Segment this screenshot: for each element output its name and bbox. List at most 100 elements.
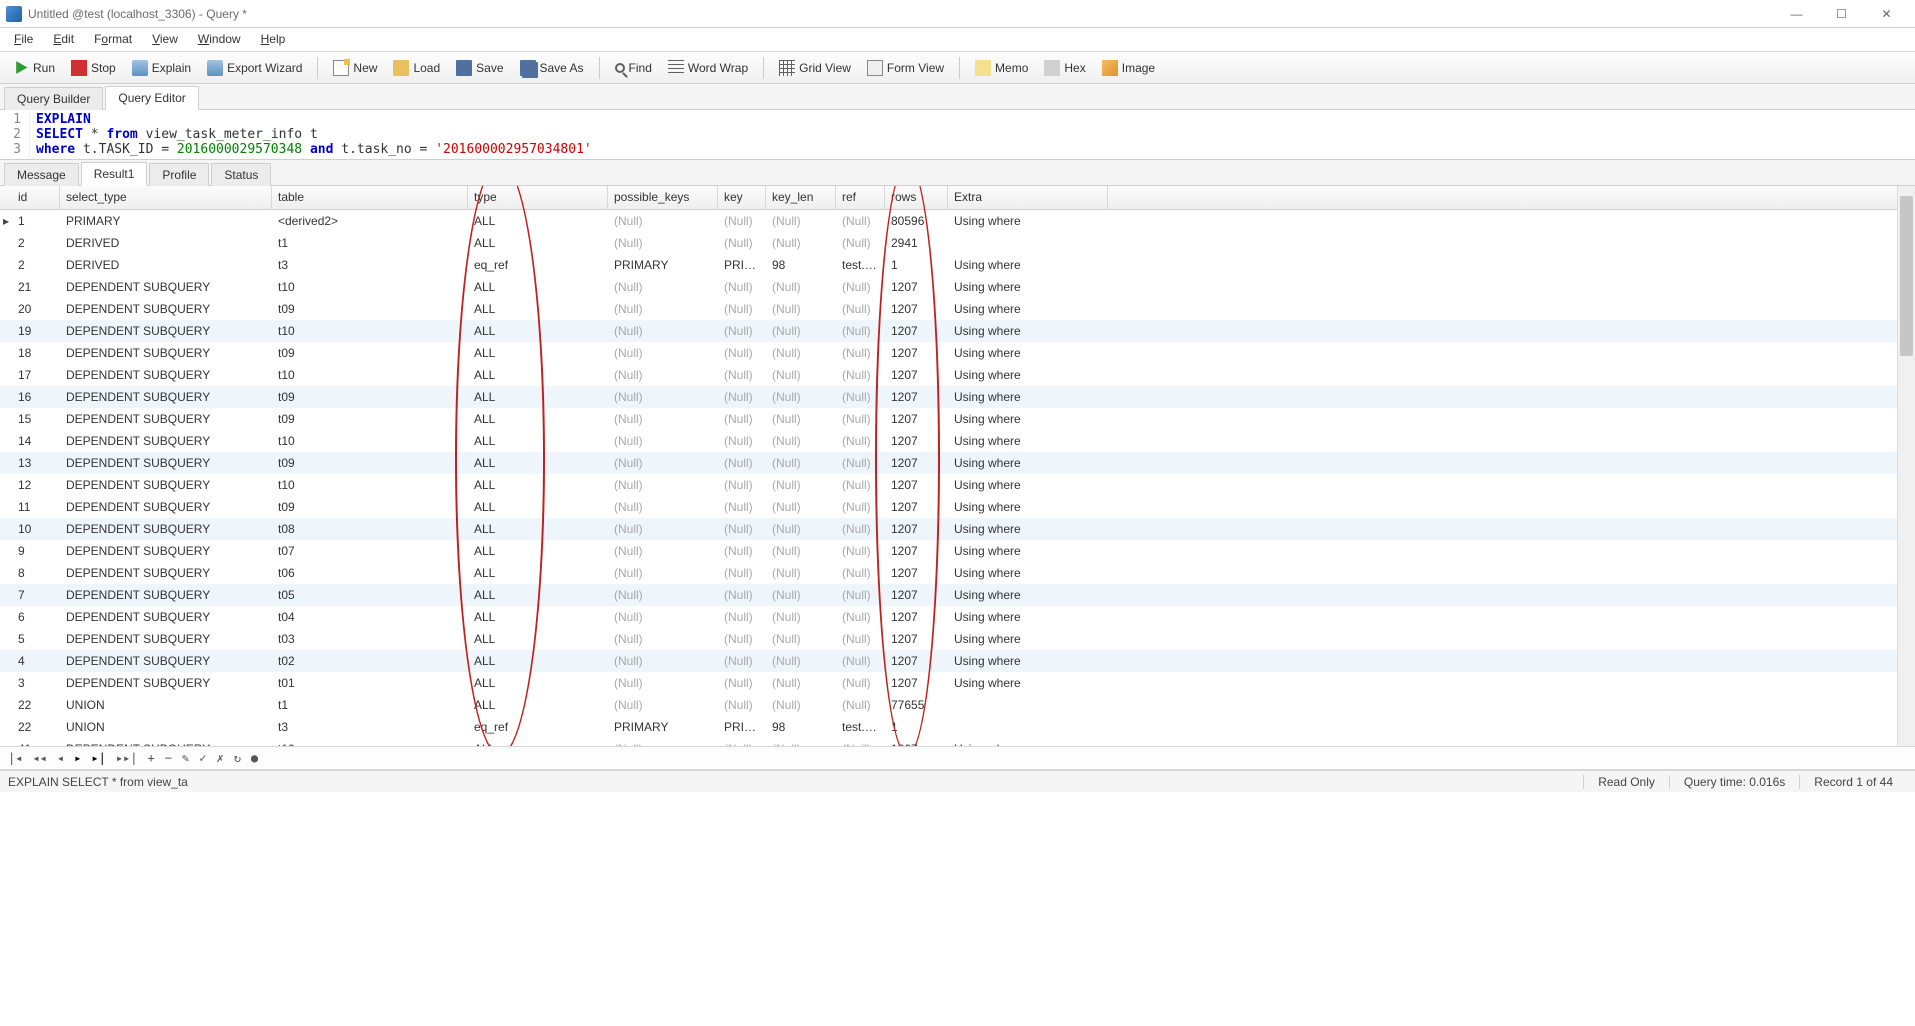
minimize-button[interactable]: — [1774,0,1819,28]
cell[interactable]: 21 [12,277,60,297]
col-header-extra[interactable]: Extra [948,186,1108,209]
cell[interactable]: 1207 [885,629,948,649]
cell[interactable]: (Null) [766,277,836,297]
cell[interactable]: t07 [272,541,468,561]
table-row[interactable]: 15DEPENDENT SUBQUERYt09ALL(Null)(Null)(N… [0,408,1897,430]
cell[interactable]: t01 [272,673,468,693]
cell[interactable]: t10 [272,321,468,341]
cell[interactable]: DEPENDENT SUBQUERY [60,387,272,407]
new-button[interactable]: New [326,56,384,80]
cell[interactable]: Using where [948,739,1108,746]
cell[interactable]: (Null) [718,365,766,385]
cell[interactable]: test.t1.E [836,255,885,275]
tab-status[interactable]: Status [211,163,271,186]
cell[interactable]: (Null) [718,431,766,451]
table-row[interactable]: 41DEPENDENT SUBQUERYt10ALL(Null)(Null)(N… [0,738,1897,746]
cell[interactable]: Using where [948,255,1108,275]
cell[interactable]: (Null) [608,607,718,627]
table-row[interactable]: 7DEPENDENT SUBQUERYt05ALL(Null)(Null)(Nu… [0,584,1897,606]
cell[interactable]: (Null) [836,387,885,407]
cell[interactable]: ALL [468,673,608,693]
cell[interactable]: (Null) [608,695,718,715]
cell[interactable]: (Null) [608,233,718,253]
nav-prev[interactable]: ◂ [57,751,64,765]
cell[interactable]: (Null) [718,321,766,341]
cell[interactable]: DEPENDENT SUBQUERY [60,365,272,385]
cell[interactable]: (Null) [718,387,766,407]
cell[interactable]: 1 [885,717,948,737]
cell[interactable]: (Null) [718,739,766,746]
cell[interactable]: 1207 [885,321,948,341]
cell[interactable]: t1 [272,695,468,715]
cell[interactable]: 1207 [885,673,948,693]
cell[interactable]: Using where [948,453,1108,473]
cell[interactable]: Using where [948,519,1108,539]
cell[interactable] [948,240,1108,246]
cell[interactable]: 1207 [885,365,948,385]
cell[interactable]: (Null) [608,585,718,605]
formview-button[interactable]: Form View [860,56,951,80]
col-header-ref[interactable]: ref [836,186,885,209]
cell[interactable]: (Null) [766,695,836,715]
cell[interactable]: (Null) [836,585,885,605]
cell[interactable]: 4 [12,651,60,671]
table-row[interactable]: 21DEPENDENT SUBQUERYt10ALL(Null)(Null)(N… [0,276,1897,298]
cell[interactable]: Using where [948,651,1108,671]
cell[interactable]: Using where [948,475,1108,495]
cell[interactable]: DEPENDENT SUBQUERY [60,409,272,429]
cell[interactable]: (Null) [718,409,766,429]
cell[interactable]: 2 [12,255,60,275]
cell[interactable]: DEPENDENT SUBQUERY [60,321,272,341]
export-wizard-button[interactable]: Export Wizard [200,56,309,80]
cell[interactable]: 1207 [885,277,948,297]
cell[interactable]: ALL [468,585,608,605]
load-button[interactable]: Load [386,56,447,80]
cell[interactable]: (Null) [608,365,718,385]
table-row[interactable]: 9DEPENDENT SUBQUERYt07ALL(Null)(Null)(Nu… [0,540,1897,562]
table-row[interactable]: 10DEPENDENT SUBQUERYt08ALL(Null)(Null)(N… [0,518,1897,540]
cell[interactable]: 41 [12,739,60,746]
menu-view[interactable]: View [142,28,188,51]
cell[interactable]: t1 [272,233,468,253]
cell[interactable]: (Null) [766,563,836,583]
cell[interactable]: (Null) [608,387,718,407]
cell[interactable]: t08 [272,519,468,539]
nav-next-page[interactable]: ▸| [91,751,105,765]
cell[interactable]: DEPENDENT SUBQUERY [60,541,272,561]
cell[interactable]: ALL [468,299,608,319]
cell[interactable]: 1207 [885,497,948,517]
vertical-scrollbar[interactable] [1897,186,1915,746]
cell[interactable]: ALL [468,387,608,407]
cell[interactable]: test.t1.E [836,717,885,737]
nav-add[interactable]: + [148,751,155,765]
cell[interactable]: (Null) [766,475,836,495]
cell[interactable]: 1207 [885,453,948,473]
cell[interactable]: ALL [468,497,608,517]
cell[interactable]: Using where [948,431,1108,451]
cell[interactable]: (Null) [608,211,718,231]
cell[interactable]: ALL [468,343,608,363]
cell[interactable]: 5 [12,629,60,649]
nav-refresh[interactable]: ↻ [234,751,241,765]
tab-message[interactable]: Message [4,163,79,186]
cell[interactable]: (Null) [766,497,836,517]
tab-query-builder[interactable]: Query Builder [4,87,103,110]
cell[interactable]: 1207 [885,387,948,407]
cell[interactable]: Using where [948,387,1108,407]
cell[interactable]: (Null) [836,651,885,671]
cell[interactable]: (Null) [608,673,718,693]
col-header-possible-keys[interactable]: possible_keys [608,186,718,209]
cell[interactable]: (Null) [608,541,718,561]
cell[interactable]: t05 [272,585,468,605]
cell[interactable]: 19 [12,321,60,341]
cell[interactable]: <derived2> [272,211,468,231]
cell[interactable]: 1207 [885,585,948,605]
cell[interactable]: 77655 [885,695,948,715]
nav-last[interactable]: ▸▸| [116,751,138,765]
cell[interactable]: (Null) [718,475,766,495]
cell[interactable]: ALL [468,541,608,561]
cell[interactable]: DEPENDENT SUBQUERY [60,739,272,746]
cell[interactable]: ALL [468,321,608,341]
cell[interactable]: PRIMARY [60,211,272,231]
cell[interactable]: (Null) [608,431,718,451]
